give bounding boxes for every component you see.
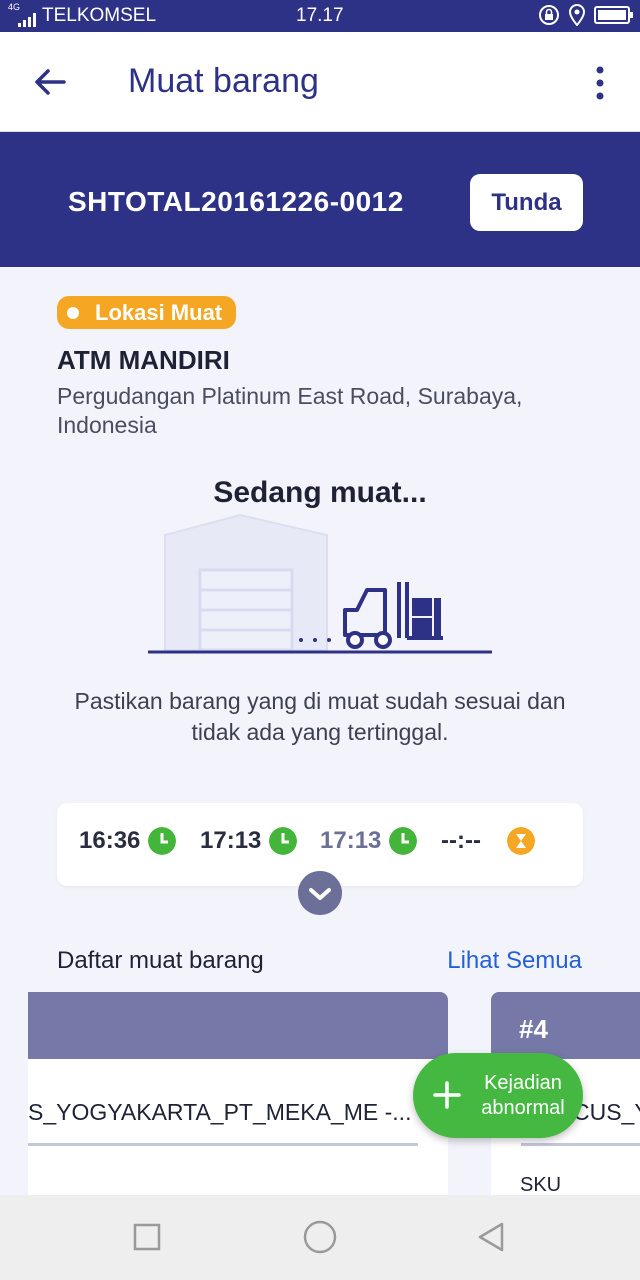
page-title: Muat barang [128,62,319,100]
card-customer: CUS_YO [573,1099,640,1125]
list-title: Daftar muat barang [57,947,264,974]
location-badge-label: Lokasi Muat [95,300,223,325]
warehouse-forklift-illustration [148,513,492,654]
circle-icon[interactable] [302,1219,338,1255]
clock: 17.17 [296,5,344,26]
timeline-time: --:-- [441,827,481,854]
card-customer: S_YOGYAKARTA_PT_MEKA_ME -... [28,1099,412,1125]
clock-check-icon [269,827,298,855]
arrow-back-icon[interactable] [30,62,70,102]
card-header [28,992,448,1059]
timeline-item: --:-- [441,827,535,855]
location-name: ATM MANDIRI [57,345,230,375]
chevron-down-icon[interactable] [298,871,342,915]
load-item-card[interactable]: S_YOGYAKARTA_PT_MEKA_ME -... [28,992,448,1202]
more-vertical-icon[interactable] [590,66,610,100]
timeline-item: 17:13 [200,827,298,855]
timeline-time: 17:13 [320,827,382,854]
location-badge: Lokasi Muat [57,296,237,329]
clock-check-icon [389,827,418,855]
card-header: #4 [491,992,640,1059]
divider [521,1143,640,1146]
system-nav-bar [0,1195,640,1280]
report-abnormal-label: Kejadian abnormal [481,1072,565,1119]
network-type: 4G [8,2,21,12]
loading-status: Sedang muat... [213,476,427,509]
clock-check-icon [148,827,177,855]
sku-label: SKU [520,1174,562,1196]
timeline-time: 16:36 [79,827,141,854]
signal-icon [18,13,36,27]
app-bar: Muat barang [0,32,640,132]
location-address: Pergudangan Platinum East Road, Surabaya… [57,383,523,438]
postpone-button[interactable]: Tunda [470,174,583,231]
triangle-back-icon[interactable] [474,1219,510,1255]
timeline-time: 17:13 [200,827,262,854]
loading-instruction: Pastikan barang yang di muat sudah sesua… [74,688,566,745]
status-bar: 4G TELKOMSEL 17.17 [0,0,640,32]
location-icon [568,4,586,26]
report-abnormal-button[interactable]: Kejadian abnormal [413,1053,583,1138]
dot-icon [67,307,79,319]
plus-icon [433,1081,461,1109]
carrier-name: TELKOMSEL [42,5,157,26]
carrier-info: 4G TELKOMSEL [8,2,157,27]
divider [28,1143,418,1146]
battery-icon [594,6,633,24]
timeline-item: 16:36 [79,827,177,855]
shipment-banner: SHTOTAL20161226-0012 Tunda [0,132,640,267]
timeline-item: 17:13 [320,827,418,855]
square-icon[interactable] [129,1219,165,1255]
rotation-lock-icon [539,5,559,25]
see-all-link[interactable]: Lihat Semua [447,947,582,975]
hourglass-icon [506,827,535,855]
shipment-code: SHTOTAL20161226-0012 [68,186,404,217]
